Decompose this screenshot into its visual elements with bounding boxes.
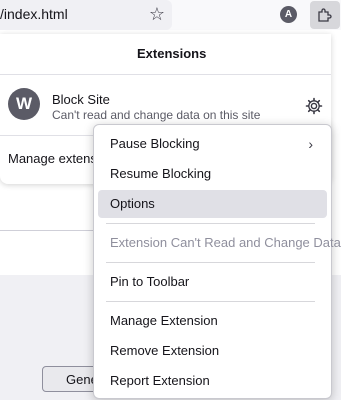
url-bar[interactable]: /index.html ☆ (0, 0, 172, 30)
menu-item-label: Pin to Toolbar (110, 274, 190, 289)
extension-logo-icon: W (8, 88, 40, 120)
extension-context-menu: Pause Blocking › Resume Blocking Options… (93, 124, 341, 399)
menu-item-manage-extension[interactable]: Manage Extension (98, 307, 327, 335)
menu-item-label: Report Extension (110, 373, 210, 388)
account-icon[interactable]: A (280, 6, 297, 23)
menu-item-label: Extension Can't Read and Change Data (110, 235, 341, 250)
menu-item-pause-blocking[interactable]: Pause Blocking › (98, 130, 327, 158)
menu-item-pin-to-toolbar[interactable]: Pin to Toolbar (98, 268, 327, 296)
menu-separator (106, 223, 315, 224)
menu-item-options[interactable]: Options (98, 190, 327, 218)
star-icon[interactable]: ☆ (147, 4, 167, 24)
menu-item-label: Resume Blocking (110, 166, 212, 181)
menu-item-report-extension[interactable]: Report Extension (98, 367, 327, 395)
extensions-puzzle-icon (318, 8, 332, 22)
url-text[interactable]: /index.html (0, 6, 68, 22)
menu-separator (106, 262, 315, 263)
chevron-right-icon: › (308, 136, 313, 152)
gear-icon[interactable] (305, 97, 323, 115)
divider (0, 230, 100, 231)
extension-name: Block Site (52, 92, 110, 107)
menu-separator (106, 301, 315, 302)
panel-title: Extensions (137, 46, 207, 61)
browser-toolbar: /index.html ☆ A (0, 0, 341, 30)
manage-extensions-link[interactable]: Manage extensions (8, 151, 94, 166)
menu-item-extension-data-access: Extension Can't Read and Change Data (98, 229, 341, 257)
extension-description: Can't read and change data on this site (52, 108, 261, 122)
menu-item-remove-extension[interactable]: Remove Extension (98, 337, 327, 365)
menu-item-label: Pause Blocking (110, 136, 200, 151)
menu-item-label: Remove Extension (110, 343, 220, 358)
menu-item-label: Manage Extension (110, 313, 218, 328)
menu-item-resume-blocking[interactable]: Resume Blocking (98, 160, 327, 188)
menu-item-label: Options (110, 196, 155, 211)
extensions-button[interactable] (310, 1, 340, 29)
